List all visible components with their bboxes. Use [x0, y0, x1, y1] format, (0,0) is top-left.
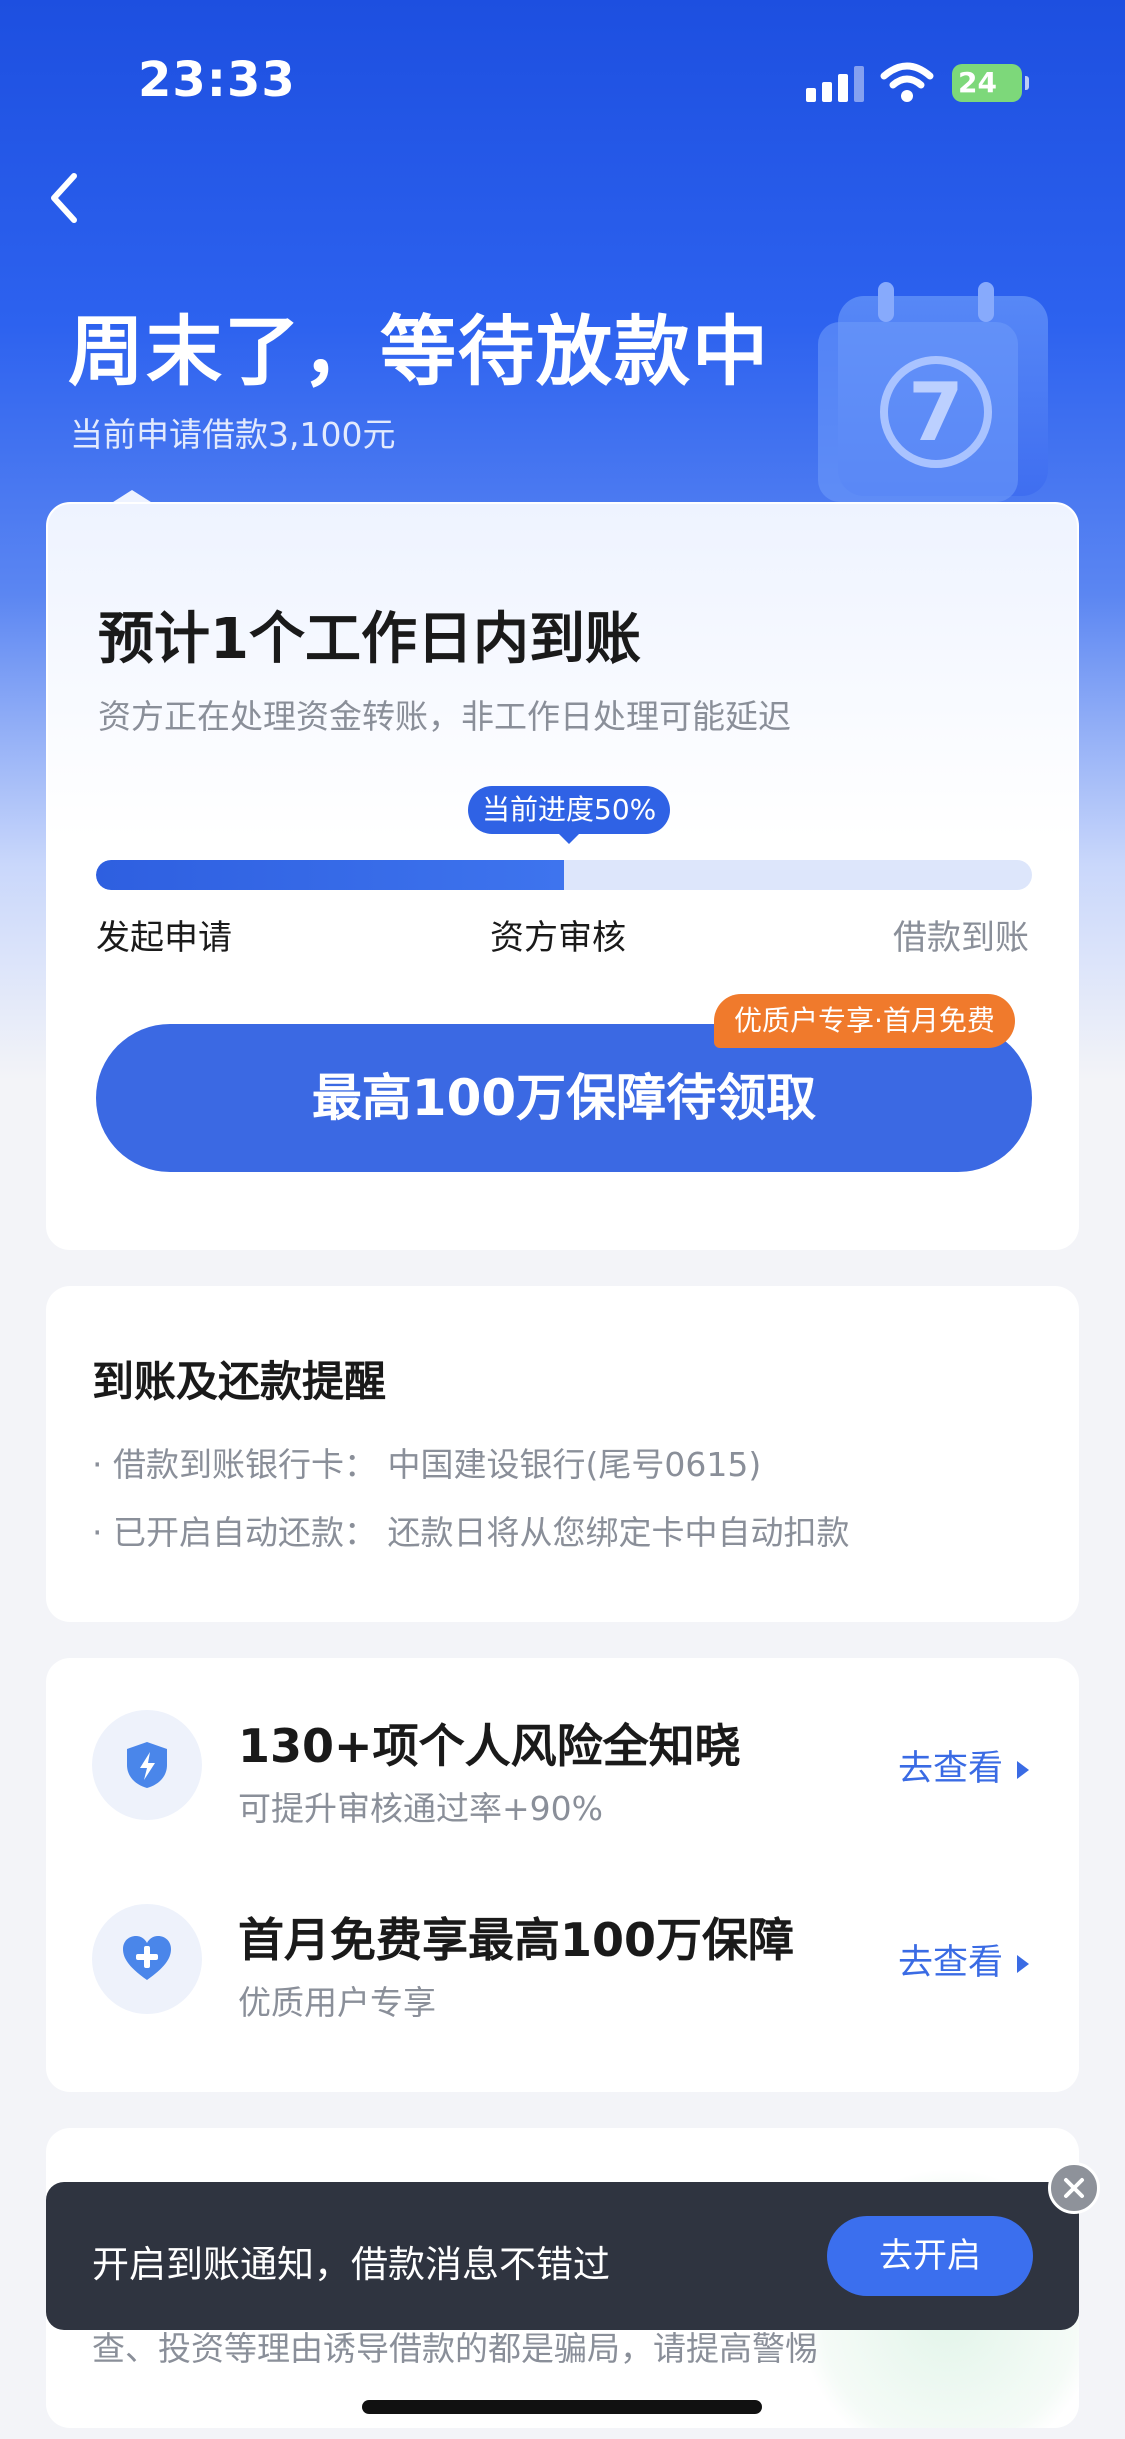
triangle-right-icon [1017, 1761, 1029, 1779]
service-subtitle: 可提升审核通过率+90% [238, 1789, 603, 1828]
triangle-right-icon [1017, 1955, 1029, 1973]
back-button[interactable] [44, 168, 84, 228]
view-link[interactable]: 去查看 [898, 1934, 1029, 1985]
service-item-risk-report[interactable]: 130+项个人风险全知晓 可提升审核通过率+90% 去查看 [46, 1710, 1079, 1880]
loan-status-card: 预计1个工作日内到账 资方正在处理资金转账，非工作日处理可能延迟 当前进度50%… [46, 502, 1079, 1250]
view-link-label: 去查看 [897, 1943, 1003, 1983]
close-icon [1064, 2178, 1084, 2198]
progress-badge: 当前进度50% [468, 786, 671, 844]
chevron-left-icon [51, 173, 77, 223]
notification-toast: 开启到账通知，借款消息不错过 去开启 [46, 2182, 1079, 2330]
wifi-icon [880, 60, 934, 104]
reminder-auto-repay: · 已开启自动还款： 还款日将从您绑定卡中自动扣款 [92, 1513, 850, 1552]
step-disbursed: 借款到账 [893, 918, 1029, 958]
step-apply: 发起申请 [96, 918, 232, 958]
calendar-icon: 7 [808, 282, 1058, 507]
step-review: 资方审核 [490, 918, 626, 958]
battery-level: 24 [958, 66, 997, 99]
reminder-title: 到账及还款提醒 [92, 1357, 387, 1406]
reminder-card: 到账及还款提醒 · 借款到账银行卡： 中国建设银行(尾号0615) · 已开启自… [46, 1286, 1079, 1622]
battery-icon: 24 [952, 64, 1029, 102]
reminder-bank-card: · 借款到账银行卡： 中国建设银行(尾号0615) [92, 1445, 762, 1484]
status-bar: 23:33 24 [0, 0, 1125, 160]
shield-icon [92, 1710, 202, 1820]
loan-amount-subtitle: 当前申请借款3,100元 [70, 415, 396, 454]
eta-description: 资方正在处理资金转账，非工作日处理可能延迟 [98, 697, 791, 736]
toast-close-button[interactable] [1048, 2162, 1100, 2214]
view-link[interactable]: 去查看 [898, 1740, 1029, 1791]
toast-message: 开启到账通知，借款消息不错过 [92, 2243, 610, 2286]
calendar-day: 7 [908, 366, 964, 459]
service-subtitle: 优质用户专享 [238, 1983, 436, 2022]
cellular-signal-icon [806, 66, 864, 102]
status-time: 23:33 [138, 52, 296, 108]
service-title: 130+项个人风险全知晓 [238, 1719, 741, 1773]
page-title: 周末了，等待放款中 [68, 307, 770, 396]
progress-bar [96, 860, 1032, 890]
service-title: 首月免费享最高100万保障 [238, 1913, 795, 1967]
services-card: 130+项个人风险全知晓 可提升审核通过率+90% 去查看 首月免费享最高100… [46, 1658, 1079, 2092]
progress-fill [96, 860, 564, 890]
enable-notification-button[interactable]: 去开启 [827, 2216, 1033, 2296]
service-item-protection[interactable]: 首月免费享最高100万保障 优质用户专享 去查看 [46, 1904, 1079, 2074]
promo-tag: 优质户专享·首月免费 [714, 994, 1015, 1048]
view-link-label: 去查看 [897, 1749, 1003, 1789]
home-indicator [362, 2400, 762, 2414]
heart-plus-icon [92, 1904, 202, 2014]
eta-title: 预计1个工作日内到账 [98, 607, 641, 672]
